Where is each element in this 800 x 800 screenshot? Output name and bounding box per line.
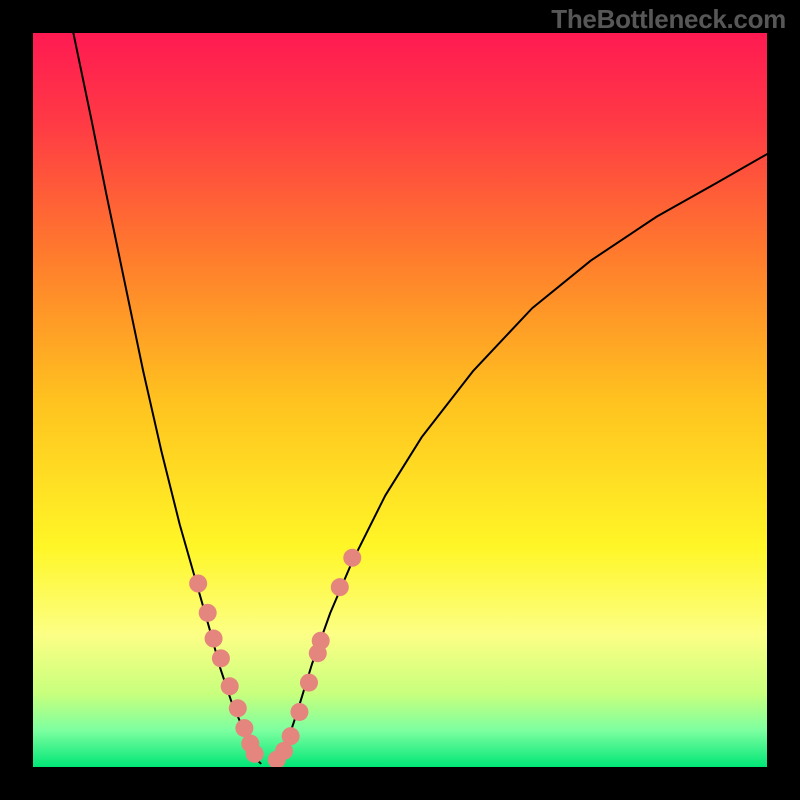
chart-svg xyxy=(33,33,767,767)
scatter-dot xyxy=(221,677,239,695)
gradient-background xyxy=(33,33,767,767)
scatter-dot xyxy=(246,745,264,763)
scatter-dot xyxy=(205,630,223,648)
scatter-dot xyxy=(282,727,300,745)
plot-area xyxy=(33,33,767,767)
chart-container: TheBottleneck.com xyxy=(0,0,800,800)
scatter-dot xyxy=(331,578,349,596)
scatter-dot xyxy=(300,674,318,692)
watermark-label: TheBottleneck.com xyxy=(551,4,786,35)
scatter-dot xyxy=(290,703,308,721)
scatter-dot xyxy=(199,604,217,622)
scatter-dot xyxy=(229,699,247,717)
scatter-dot xyxy=(235,719,253,737)
scatter-dot xyxy=(189,575,207,593)
scatter-dot xyxy=(343,549,361,567)
scatter-dot xyxy=(212,649,230,667)
scatter-dot xyxy=(312,632,330,650)
